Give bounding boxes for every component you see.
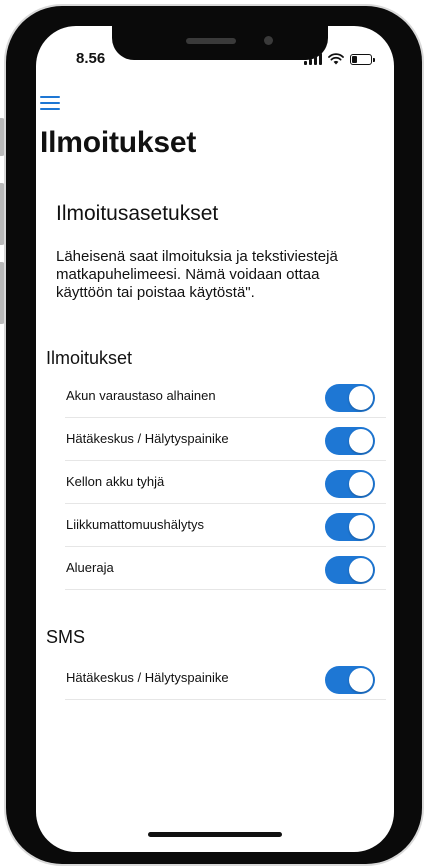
side-button-volume-up	[0, 183, 5, 245]
row-label: Hätäkeskus / Hälytyspainike	[66, 431, 229, 446]
side-button-mute	[0, 118, 5, 156]
cellular-signal-icon	[304, 53, 322, 65]
sms-row-emergency: Hätäkeskus / Hälytyspainike	[65, 658, 386, 700]
front-camera	[264, 36, 273, 45]
notifications-header: Ilmoitukset	[46, 348, 133, 368]
battery-low-toggle[interactable]	[325, 384, 375, 412]
notification-row-geofence: Alueraja	[65, 548, 386, 590]
wifi-icon	[328, 53, 344, 65]
speaker-grille	[186, 38, 236, 44]
status-icons	[304, 52, 375, 66]
geofence-toggle[interactable]	[325, 556, 375, 584]
phone-screen: 8.56 Ilmoitukset Ilmoitusasetukset Lähei…	[36, 26, 394, 852]
notification-row-emergency: Hätäkeskus / Hälytyspainike	[65, 419, 386, 461]
sms-emergency-toggle[interactable]	[325, 666, 375, 694]
immobility-toggle[interactable]	[325, 513, 375, 541]
side-button-volume-down	[0, 262, 5, 324]
notification-row-watch-battery: Kellon akku tyhjä	[65, 462, 386, 504]
row-label: Akun varaustaso alhainen	[66, 388, 216, 403]
phone-frame: 8.56 Ilmoitukset Ilmoitusasetukset Lähei…	[6, 6, 422, 864]
hamburger-menu-icon[interactable]	[40, 96, 60, 110]
notification-row-immobility: Liikkumattomuushälytys	[65, 505, 386, 547]
notch	[112, 26, 328, 60]
page-title: Ilmoitukset	[40, 126, 197, 159]
settings-subtitle: Ilmoitusasetukset	[56, 202, 219, 225]
row-label: Kellon akku tyhjä	[66, 474, 165, 489]
status-time: 8.56	[76, 50, 106, 67]
sms-header: SMS	[46, 627, 86, 647]
home-indicator[interactable]	[148, 832, 282, 837]
notification-row-battery-low: Akun varaustaso alhainen	[65, 376, 386, 418]
watch-battery-toggle[interactable]	[325, 470, 375, 498]
battery-icon	[350, 53, 375, 65]
emergency-toggle[interactable]	[325, 427, 375, 455]
row-label: Liikkumattomuushälytys	[66, 517, 204, 532]
settings-description: Läheisenä saat ilmoituksia ja tekstivies…	[56, 248, 338, 301]
row-label: Hätäkeskus / Hälytyspainike	[66, 670, 229, 685]
row-label: Alueraja	[66, 560, 114, 575]
